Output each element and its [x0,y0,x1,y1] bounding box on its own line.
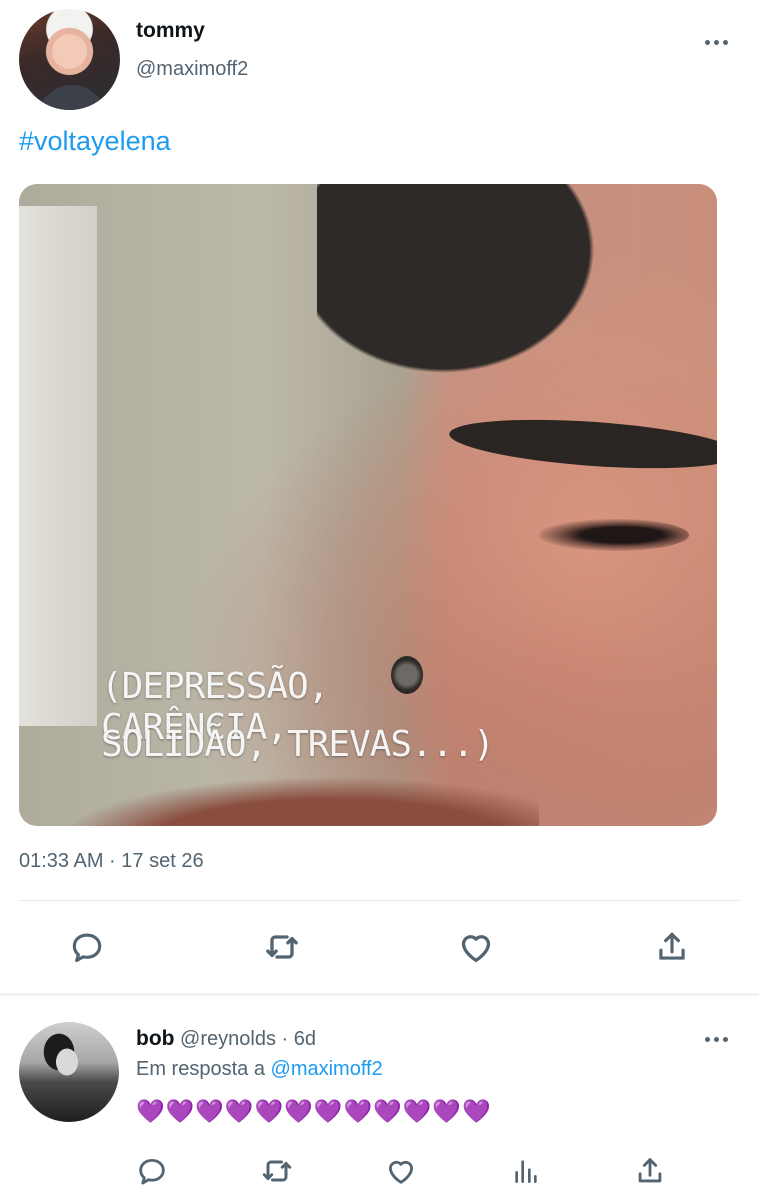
like-icon[interactable] [456,927,496,967]
reply-header: bob @reynolds · 6d [136,1027,316,1051]
reply-share-icon[interactable] [630,1151,670,1191]
replying-to-label: Em resposta a [136,1058,265,1080]
reply-retweet-icon[interactable] [257,1151,297,1191]
retweet-icon[interactable] [262,927,302,967]
replying-to-mention[interactable]: @maximoff2 [271,1058,383,1080]
reply-more-options-icon[interactable] [705,1034,733,1044]
reply-age: · 6d [281,1028,316,1050]
author-avatar[interactable] [19,9,120,110]
divider [19,900,739,901]
reply-like-icon[interactable] [381,1151,421,1191]
tweet-hashtag[interactable]: #voltayelena [19,126,171,157]
reply-author-name[interactable]: bob [136,1027,174,1050]
reply-analytics-icon[interactable] [506,1151,546,1191]
reply-icon[interactable] [67,927,107,967]
author-name[interactable]: tommy [136,19,205,43]
replying-to: Em resposta a @maximoff2 [136,1058,383,1081]
reply-reply-icon[interactable] [132,1151,172,1191]
reply-author-handle[interactable]: @reynolds [180,1028,276,1050]
author-handle[interactable]: @maximoff2 [136,58,248,81]
tweet-media-image[interactable]: (DEPRESSÃO, CARÊNCIA, SOLIDÃO, TREVAS...… [19,184,717,826]
section-divider [0,993,759,996]
reply-text: 💜💜💜💜💜💜💜💜💜💜💜💜 [136,1098,492,1124]
reply-author-avatar[interactable] [19,1022,119,1122]
media-caption-line-2: SOLIDÃO, TREVAS...) [101,724,495,765]
tweet-timestamp[interactable]: 01:33 AM · 17 set 26 [19,850,204,873]
share-icon[interactable] [652,927,692,967]
more-options-icon[interactable] [705,37,733,47]
